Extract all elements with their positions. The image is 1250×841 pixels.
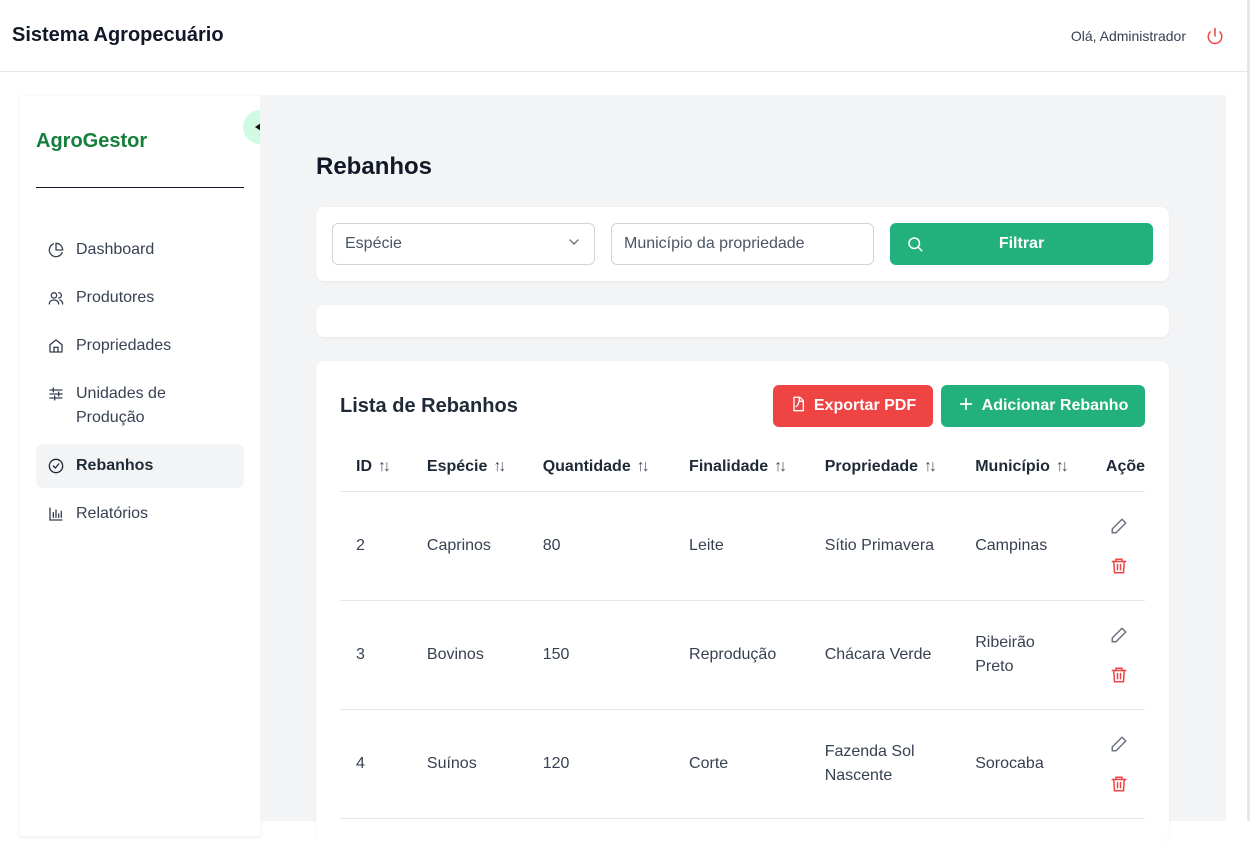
trash-icon[interactable] [1110, 775, 1128, 793]
cell-propriedade: Fazenda Sol Nascente [808, 709, 960, 819]
cell-quantidade: 120 [526, 709, 674, 819]
sort-icon: ↑↓ [924, 457, 937, 475]
cell-propriedade: Sítio Primavera [808, 491, 960, 601]
users-icon [48, 286, 64, 310]
herd-table: ID ↑↓ Espécie ↑↓ Quantidade ↑↓ Finalidade ↑↓… [340, 443, 1145, 819]
sidebar-item-relatorios[interactable]: Relatórios [36, 492, 244, 536]
cell-quantidade: 80 [526, 491, 674, 601]
sort-icon: ↑↓ [378, 457, 391, 475]
column-header-municipio[interactable]: Município ↑↓ [959, 443, 1090, 492]
list-card: Lista de Rebanhos Exportar PDF Adicionar… [316, 361, 1169, 841]
page-title: Rebanhos [316, 153, 433, 180]
sidebar-item-dashboard[interactable]: Dashboard [36, 228, 244, 272]
add-herd-button[interactable]: Adicionar Rebanho [941, 385, 1145, 427]
cell-especie: Caprinos [410, 491, 527, 601]
sidebar-item-label: Rebanhos [76, 457, 154, 474]
cell-especie: Suínos [410, 709, 527, 819]
sort-icon: ↑↓ [1055, 457, 1069, 475]
sidebar-item-propriedades[interactable]: Propriedades [36, 324, 244, 368]
edit-icon[interactable] [1110, 735, 1128, 753]
check-circle-icon [48, 454, 64, 478]
file-pdf-icon [790, 396, 806, 417]
bar-chart-icon [48, 502, 64, 526]
export-pdf-button[interactable]: Exportar PDF [773, 385, 933, 427]
edit-icon[interactable] [1110, 626, 1128, 644]
brand-logo: AgroGestor [36, 130, 148, 152]
table-header-row: ID ↑↓ Espécie ↑↓ Quantidade ↑↓ Finalidade ↑↓… [340, 443, 1145, 492]
cell-municipio: Sorocaba [959, 709, 1090, 819]
cell-propriedade: Chácara Verde [808, 600, 960, 710]
sidebar-item-label: Produtores [76, 289, 155, 306]
species-select-value: Espécie [345, 235, 402, 252]
sidebar-item-unidades[interactable]: Unidades de Produção [36, 372, 244, 440]
cell-actions [1089, 491, 1145, 601]
column-header-id[interactable]: ID ↑↓ [340, 443, 411, 492]
sort-icon: ↑↓ [774, 457, 787, 475]
sidebar-nav: Dashboard Produtores Propriedades Unidad… [36, 228, 244, 540]
table-row: 3 Bovinos 150 Reprodução Chácara Verde R… [340, 600, 1145, 710]
column-header-quantidade[interactable]: Quantidade ↑↓ [526, 443, 674, 492]
app-title: Sistema Agropecuário [12, 24, 224, 46]
sort-icon: ↑↓ [493, 457, 506, 475]
cell-finalidade: Corte [673, 709, 809, 819]
sidebar-item-label: Relatórios [76, 505, 149, 522]
cell-quantidade: 150 [526, 600, 674, 710]
chevron-down-icon [566, 234, 582, 255]
column-header-finalidade[interactable]: Finalidade ↑↓ [673, 443, 809, 492]
trash-icon[interactable] [1110, 557, 1128, 575]
sidebar-item-label: Propriedades [76, 337, 172, 354]
species-select[interactable]: Espécie [332, 223, 595, 265]
sliders-icon [48, 382, 64, 406]
user-area: Olá, Administrador [1071, 27, 1238, 45]
sidebar-item-label: Dashboard [76, 241, 155, 258]
municipality-input[interactable] [611, 223, 874, 265]
edit-icon[interactable] [1110, 517, 1128, 535]
plus-icon [958, 396, 974, 417]
table-row: 4 Suínos 120 Corte Fazenda Sol Nascente … [340, 709, 1145, 819]
cell-municipio: Ribeirão Preto [959, 600, 1090, 710]
cell-finalidade: Leite [673, 491, 809, 601]
filter-card: Espécie Filtrar [316, 207, 1169, 281]
sidebar-item-rebanhos[interactable]: Rebanhos [36, 444, 244, 488]
sidebar-item-produtores[interactable]: Produtores [36, 276, 244, 320]
add-herd-label: Adicionar Rebanho [981, 397, 1129, 414]
sidebar: AgroGestor Dashboard Produtores Propried… [20, 96, 277, 836]
cell-actions [1089, 600, 1145, 710]
home-icon [48, 334, 64, 358]
power-icon[interactable] [1206, 27, 1224, 45]
herd-table-container: ID ↑↓ Espécie ↑↓ Quantidade ↑↓ Finalidade ↑↓… [340, 443, 1145, 841]
sort-icon: ↑↓ [636, 457, 650, 475]
column-header-acoes: Ações [1089, 443, 1145, 492]
search-icon [906, 235, 924, 258]
main-content: Rebanhos Espécie Filtrar Lista de Rebanh… [260, 95, 1226, 841]
sidebar-item-label: Unidades de Produção [76, 385, 166, 426]
user-greeting: Olá, Administrador [1070, 27, 1186, 44]
cell-actions [1089, 709, 1145, 819]
filter-button[interactable]: Filtrar [890, 223, 1153, 265]
trash-icon[interactable] [1110, 666, 1128, 684]
cell-id: 2 [340, 491, 411, 601]
cell-municipio: Campinas [959, 491, 1090, 601]
brand-divider [36, 187, 244, 188]
export-pdf-label: Exportar PDF [813, 397, 917, 414]
cell-especie: Bovinos [410, 600, 527, 710]
cell-id: 4 [340, 709, 411, 819]
empty-panel [316, 305, 1169, 337]
table-row: 2 Caprinos 80 Leite Sítio Primavera Camp… [340, 491, 1145, 601]
cell-id: 3 [340, 600, 411, 710]
filter-button-label: Filtrar [998, 235, 1045, 252]
column-header-propriedade[interactable]: Propriedade ↑↓ [808, 443, 960, 492]
cell-finalidade: Reprodução [673, 600, 809, 710]
pie-chart-icon [48, 238, 64, 262]
top-bar: Sistema Agropecuário Olá, Administrador [0, 0, 1250, 72]
list-title: Lista de Rebanhos [340, 395, 518, 417]
column-header-especie[interactable]: Espécie ↑↓ [410, 443, 527, 492]
